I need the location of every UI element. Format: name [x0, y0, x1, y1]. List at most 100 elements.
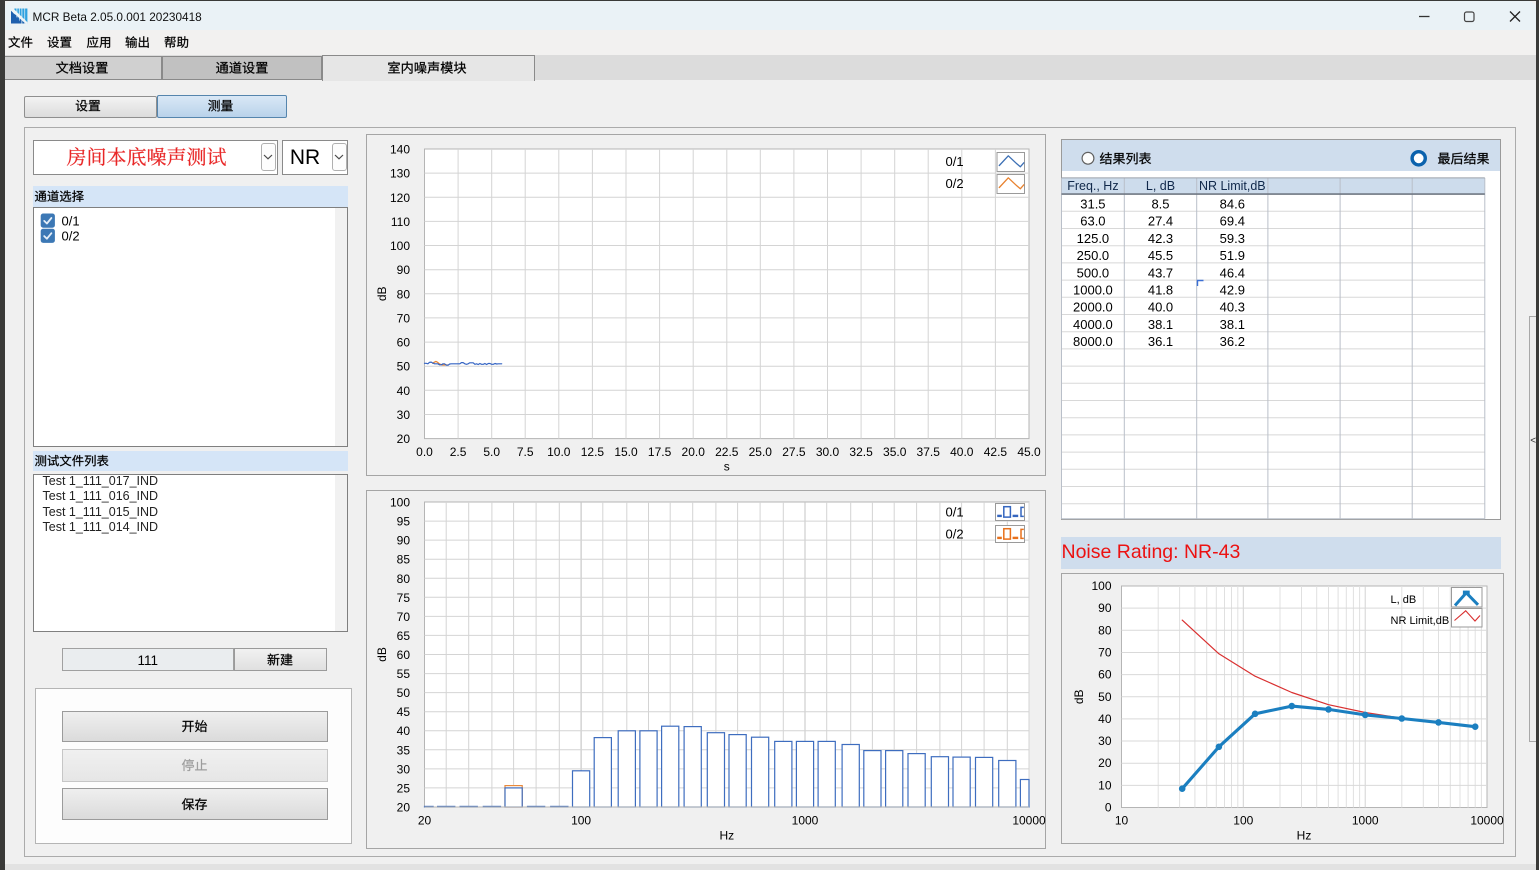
svg-text:45: 45	[397, 705, 411, 719]
svg-text:1000.0: 1000.0	[1073, 283, 1113, 298]
svg-text:42.3: 42.3	[1148, 231, 1173, 246]
svg-text:31.5: 31.5	[1080, 197, 1105, 212]
svg-text:70: 70	[397, 610, 411, 624]
svg-text:25.0: 25.0	[749, 445, 773, 459]
svg-text:45.5: 45.5	[1148, 248, 1173, 263]
svg-text:35.0: 35.0	[883, 445, 907, 459]
svg-text:32.5: 32.5	[849, 445, 873, 459]
svg-text:80: 80	[397, 572, 411, 586]
svg-text:90: 90	[397, 534, 411, 548]
svg-text:dB: dB	[1072, 689, 1086, 704]
svg-text:42.9: 42.9	[1220, 283, 1245, 298]
svg-text:10000: 10000	[1470, 814, 1504, 828]
svg-text:42.5: 42.5	[984, 445, 1008, 459]
svg-text:s: s	[724, 460, 730, 474]
svg-text:85: 85	[397, 553, 411, 567]
svg-text:25: 25	[397, 781, 411, 795]
svg-text:60: 60	[397, 336, 411, 350]
svg-text:1000: 1000	[1352, 814, 1379, 828]
svg-text:NR Limit,dB: NR Limit,dB	[1391, 615, 1450, 627]
svg-text:65: 65	[397, 629, 411, 643]
svg-text:20: 20	[397, 801, 411, 815]
svg-text:22.5: 22.5	[715, 445, 739, 459]
svg-text:17.5: 17.5	[648, 445, 672, 459]
svg-text:20: 20	[397, 432, 411, 446]
svg-text:0/2: 0/2	[946, 526, 964, 541]
svg-text:51.9: 51.9	[1220, 248, 1245, 263]
svg-text:15.0: 15.0	[614, 445, 638, 459]
svg-text:40.0: 40.0	[950, 445, 974, 459]
svg-text:140: 140	[390, 143, 410, 157]
svg-text:10: 10	[1115, 814, 1129, 828]
svg-text:40: 40	[397, 724, 411, 738]
svg-text:40: 40	[1098, 712, 1112, 726]
svg-text:80: 80	[1098, 623, 1112, 637]
svg-text:10000: 10000	[1012, 814, 1046, 828]
svg-text:60: 60	[1098, 668, 1112, 682]
svg-text:27.5: 27.5	[782, 445, 806, 459]
svg-text:20: 20	[1098, 756, 1112, 770]
svg-text:0/2: 0/2	[62, 228, 80, 243]
svg-text:8000.0: 8000.0	[1073, 334, 1113, 349]
svg-text:0/2: 0/2	[946, 176, 964, 191]
svg-text:50: 50	[1098, 690, 1112, 704]
svg-text:Hz: Hz	[719, 829, 734, 843]
svg-text:100: 100	[571, 814, 591, 828]
svg-text:75: 75	[397, 591, 411, 605]
svg-text:46.4: 46.4	[1220, 265, 1245, 280]
svg-text:41.8: 41.8	[1148, 283, 1173, 298]
svg-text:1000: 1000	[792, 814, 819, 828]
svg-text:120: 120	[390, 191, 410, 205]
svg-text:100: 100	[390, 239, 410, 253]
svg-text:36.1: 36.1	[1148, 334, 1173, 349]
svg-text:40.0: 40.0	[1148, 300, 1173, 315]
svg-text:30.0: 30.0	[816, 445, 840, 459]
svg-text:dB: dB	[375, 647, 389, 662]
svg-text:43.7: 43.7	[1148, 265, 1173, 280]
svg-text:10.0: 10.0	[547, 445, 571, 459]
svg-text:59.3: 59.3	[1220, 231, 1245, 246]
svg-text:L, dB: L, dB	[1391, 594, 1417, 606]
svg-text:20: 20	[418, 814, 432, 828]
svg-text:70: 70	[1098, 646, 1112, 660]
svg-text:8.5: 8.5	[1151, 197, 1169, 212]
svg-text:50: 50	[397, 360, 411, 374]
svg-text:30: 30	[397, 762, 411, 776]
svg-text:69.4: 69.4	[1220, 214, 1245, 229]
svg-text:Hz: Hz	[1297, 829, 1312, 843]
svg-text:130: 130	[390, 167, 410, 181]
svg-text:12.5: 12.5	[581, 445, 605, 459]
svg-text:27.4: 27.4	[1148, 214, 1173, 229]
svg-text:35: 35	[397, 743, 411, 757]
svg-text:0/1: 0/1	[946, 154, 964, 169]
svg-text:100: 100	[390, 496, 410, 510]
svg-text:55: 55	[397, 667, 411, 681]
svg-text:2.5: 2.5	[450, 445, 467, 459]
svg-text:40: 40	[397, 384, 411, 398]
svg-text:<: <	[1530, 436, 1536, 447]
svg-text:0/1: 0/1	[946, 504, 964, 519]
svg-text:36.2: 36.2	[1220, 334, 1245, 349]
svg-text:7.5: 7.5	[517, 445, 534, 459]
svg-text:250.0: 250.0	[1077, 248, 1110, 263]
svg-text:30: 30	[1098, 734, 1112, 748]
svg-text:125.0: 125.0	[1077, 231, 1110, 246]
svg-text:110: 110	[391, 215, 410, 229]
svg-text:dB: dB	[375, 286, 389, 301]
svg-text:30: 30	[397, 408, 411, 422]
svg-text:40.3: 40.3	[1220, 300, 1245, 315]
svg-text:38.1: 38.1	[1148, 317, 1173, 332]
svg-text:84.6: 84.6	[1220, 197, 1245, 212]
svg-text:NR: NR	[290, 146, 320, 169]
svg-text:2000.0: 2000.0	[1073, 300, 1113, 315]
svg-text:10: 10	[1098, 778, 1112, 792]
svg-text:80: 80	[397, 287, 411, 301]
svg-text:0: 0	[1105, 801, 1112, 815]
svg-text:95: 95	[397, 515, 411, 529]
svg-text:50: 50	[397, 686, 411, 700]
svg-text:20.0: 20.0	[682, 445, 706, 459]
svg-text:Freq., Hz: Freq., Hz	[1067, 179, 1118, 193]
svg-text:100: 100	[1091, 579, 1111, 593]
svg-text:38.1: 38.1	[1220, 317, 1245, 332]
svg-text:70: 70	[397, 311, 411, 325]
